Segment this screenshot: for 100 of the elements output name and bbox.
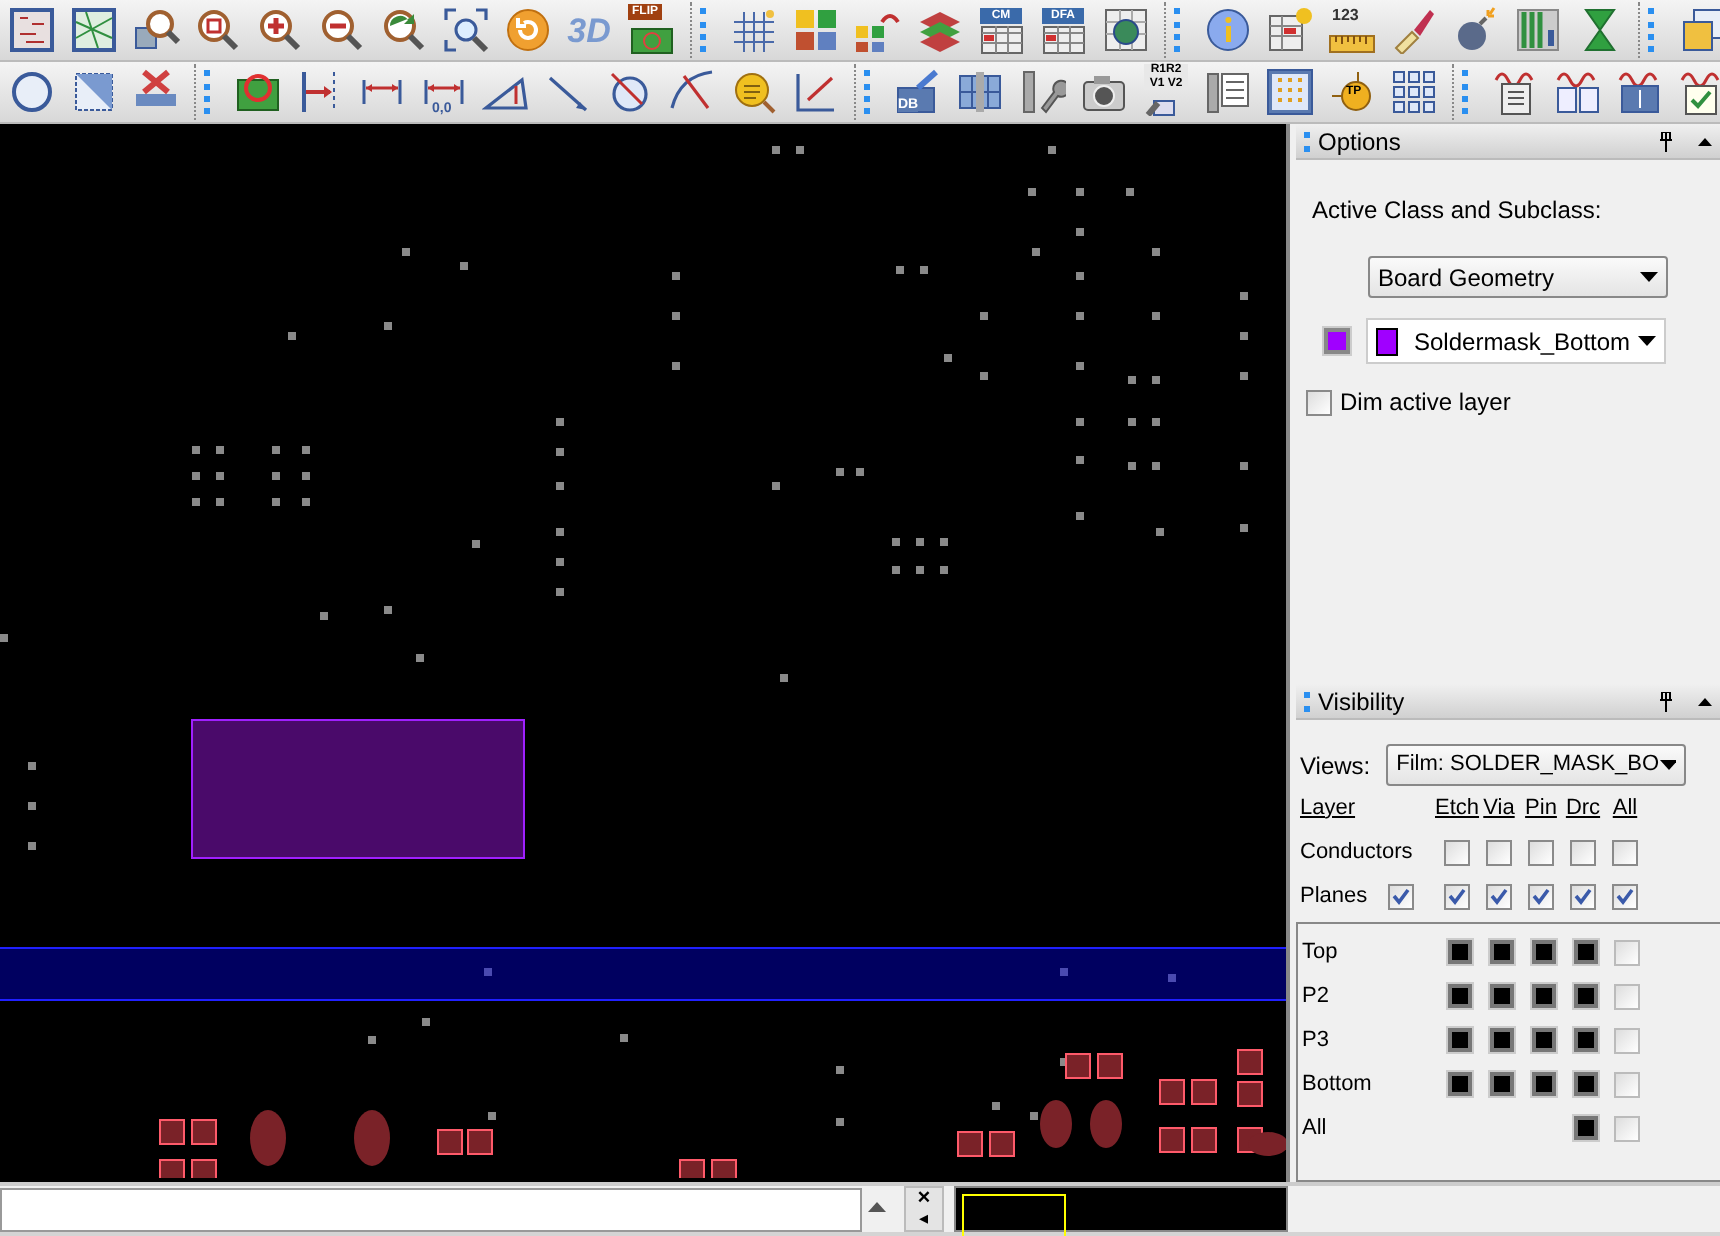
circle-icon bbox=[7, 68, 55, 116]
color-swatch[interactable] bbox=[1489, 984, 1513, 1008]
zoom-frame-icon bbox=[441, 6, 489, 54]
checkbox[interactable] bbox=[1612, 839, 1638, 865]
column-header[interactable]: Layer bbox=[1300, 786, 1436, 830]
views-dropdown[interactable]: Film: SOLDER_MASK_BO bbox=[1386, 744, 1687, 786]
scroll-up-icon[interactable] bbox=[868, 1200, 886, 1212]
layer-stack-icon bbox=[915, 6, 963, 54]
color-squares-icon bbox=[791, 6, 839, 54]
checkbox[interactable] bbox=[1614, 1071, 1640, 1097]
table-icon bbox=[977, 26, 1025, 54]
color-swatch[interactable] bbox=[1531, 984, 1555, 1008]
views-label: Views: bbox=[1300, 749, 1371, 783]
collapse-icon[interactable] bbox=[1698, 696, 1712, 706]
color-swatch[interactable] bbox=[1489, 1028, 1513, 1052]
view-frame bbox=[962, 1194, 1066, 1236]
pages-icon bbox=[1677, 6, 1720, 54]
subclass-dropdown[interactable]: Soldermask_Bottom bbox=[1366, 318, 1666, 364]
pin-icon[interactable] bbox=[1658, 131, 1674, 151]
checkbox-label: Dim active layer bbox=[1340, 386, 1511, 420]
checkbox[interactable] bbox=[1528, 883, 1554, 909]
checkbox[interactable] bbox=[1614, 1115, 1640, 1141]
dropdown-caret-icon bbox=[1638, 336, 1656, 346]
zoom-box-icon bbox=[193, 6, 241, 54]
board-circle-icon bbox=[233, 68, 281, 116]
color-swatch bbox=[1376, 327, 1398, 355]
color-swatch[interactable] bbox=[1447, 984, 1471, 1008]
pin-icon[interactable] bbox=[1658, 691, 1674, 711]
checkbox[interactable] bbox=[1528, 839, 1554, 865]
zoom-arrow-icon bbox=[379, 6, 427, 54]
matrix-icon bbox=[1265, 68, 1313, 116]
row-label: Conductors bbox=[1300, 837, 1415, 868]
color-swatch[interactable] bbox=[1573, 940, 1597, 964]
checkbox[interactable] bbox=[1388, 883, 1414, 909]
color-swatch[interactable] bbox=[1573, 1116, 1597, 1140]
board-grid-icon bbox=[7, 6, 55, 54]
checkbox[interactable] bbox=[1486, 883, 1512, 909]
checkbox[interactable] bbox=[1614, 939, 1640, 965]
color-swatch[interactable] bbox=[1447, 940, 1471, 964]
dropdown-caret-icon bbox=[1640, 272, 1658, 282]
checkbox[interactable] bbox=[1614, 1027, 1640, 1053]
checkbox[interactable] bbox=[1444, 883, 1470, 909]
zoom-in-icon bbox=[255, 6, 303, 54]
subclass-value: Soldermask_Bottom bbox=[1414, 325, 1631, 359]
checkbox[interactable] bbox=[1306, 389, 1332, 415]
row-label: All bbox=[1302, 1113, 1329, 1144]
column-header[interactable]: Via bbox=[1478, 786, 1520, 830]
wrench-icon bbox=[1017, 68, 1065, 116]
color-swatch[interactable] bbox=[1489, 940, 1513, 964]
zoom-out-icon bbox=[317, 6, 365, 54]
checkbox[interactable] bbox=[1486, 839, 1512, 865]
subclass-color-button[interactable] bbox=[1324, 328, 1350, 354]
wave-page-icon bbox=[1491, 68, 1539, 116]
bars-icon bbox=[1513, 6, 1561, 54]
wave-chip-icon bbox=[1615, 68, 1663, 116]
ruler-icon bbox=[1327, 34, 1375, 54]
collapse-icon[interactable] bbox=[1698, 136, 1712, 146]
globe-icon bbox=[1101, 6, 1149, 54]
checkbox[interactable] bbox=[1612, 883, 1638, 909]
column-header[interactable]: Etch bbox=[1436, 786, 1478, 830]
panel-title: Visibility bbox=[1318, 685, 1407, 719]
color-swatch[interactable] bbox=[1447, 1072, 1471, 1096]
row-label: P2 bbox=[1302, 981, 1331, 1012]
column-header[interactable]: Pin bbox=[1520, 786, 1562, 830]
column-header[interactable]: All bbox=[1604, 786, 1646, 830]
dropdown-caret-icon bbox=[1659, 760, 1677, 770]
toolbar-button[interactable]: 123 bbox=[1320, 2, 1382, 58]
command-field[interactable] bbox=[0, 1188, 862, 1232]
color-swatch[interactable] bbox=[1531, 1072, 1555, 1096]
color-swatch[interactable] bbox=[1573, 984, 1597, 1008]
color-swatch[interactable] bbox=[1489, 1072, 1513, 1096]
checkbox[interactable] bbox=[1570, 883, 1596, 909]
grid-lines-icon bbox=[729, 6, 777, 54]
color-swatch[interactable] bbox=[1573, 1028, 1597, 1052]
color-swatch[interactable] bbox=[1573, 1072, 1597, 1096]
checkbox[interactable] bbox=[1570, 839, 1596, 865]
class-dropdown[interactable]: Board Geometry bbox=[1368, 256, 1668, 298]
table-icon bbox=[1039, 26, 1087, 54]
color-swatch[interactable] bbox=[1447, 1028, 1471, 1052]
brush-icon bbox=[1389, 6, 1437, 54]
magnifier-board-icon bbox=[131, 6, 179, 54]
columns-icon bbox=[955, 68, 1003, 116]
row-label: Bottom bbox=[1302, 1069, 1374, 1100]
arrow-button[interactable]: ◂ bbox=[919, 1210, 929, 1228]
color-swatch[interactable] bbox=[1531, 940, 1555, 964]
coin-magnifier-icon bbox=[729, 68, 777, 116]
list-page-icon bbox=[1203, 68, 1251, 116]
close-button[interactable]: × bbox=[917, 1188, 931, 1210]
column-header[interactable]: Drc bbox=[1562, 786, 1604, 830]
squares-grid-icon bbox=[1389, 68, 1437, 116]
checkbox[interactable] bbox=[1614, 983, 1640, 1009]
row-label: Top bbox=[1302, 937, 1340, 968]
board-lines-icon bbox=[69, 6, 117, 54]
wave-book-icon bbox=[1553, 68, 1601, 116]
table-alert-icon bbox=[1265, 6, 1313, 54]
row-label: Planes bbox=[1300, 881, 1370, 912]
color-swatch[interactable] bbox=[1531, 1028, 1555, 1052]
wave-check-icon bbox=[1677, 68, 1720, 116]
circle-diagonal-icon bbox=[605, 68, 653, 116]
checkbox[interactable] bbox=[1444, 839, 1470, 865]
